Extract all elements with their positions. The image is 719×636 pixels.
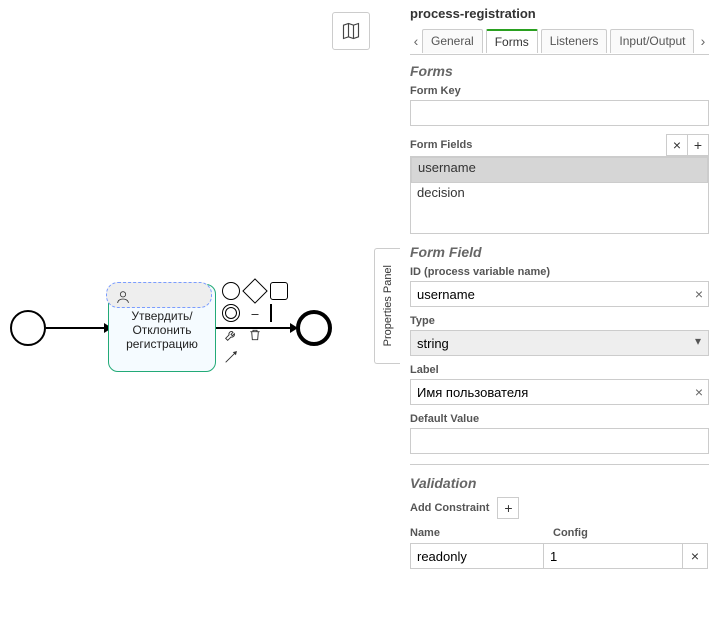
form-fields-label: Form Fields bbox=[410, 139, 472, 151]
id-input[interactable] bbox=[410, 281, 709, 307]
clear-icon[interactable]: × bbox=[695, 286, 703, 302]
constraint-config-header: Config bbox=[543, 527, 709, 539]
divider bbox=[410, 464, 709, 465]
form-key-label: Form Key bbox=[410, 85, 709, 97]
annotation-icon[interactable]: ⎯ bbox=[246, 304, 264, 322]
default-value-input[interactable] bbox=[410, 428, 709, 454]
bpmn-sequence-flow[interactable] bbox=[46, 327, 110, 329]
map-icon bbox=[341, 21, 361, 41]
add-constraint-label: Add Constraint bbox=[410, 502, 489, 514]
task-label: Утвердить/Отклонить регистрацию bbox=[115, 309, 209, 351]
section-forms: Forms bbox=[410, 63, 709, 79]
type-label: Type bbox=[410, 315, 709, 327]
connect-icon[interactable] bbox=[222, 348, 240, 366]
list-item[interactable]: decision bbox=[411, 183, 708, 202]
tab-listeners[interactable]: Listeners bbox=[541, 29, 608, 53]
properties-panel-toggle[interactable]: Properties Panel bbox=[374, 248, 400, 364]
append-end-event-icon[interactable] bbox=[222, 282, 240, 300]
type-select[interactable]: string bbox=[410, 330, 709, 356]
append-gateway-icon[interactable] bbox=[246, 282, 264, 300]
context-pad: ⎯ bbox=[222, 282, 294, 370]
remove-form-field-button[interactable]: × bbox=[666, 134, 688, 156]
list-item[interactable]: username bbox=[411, 157, 708, 183]
tab-forms[interactable]: Forms bbox=[486, 29, 538, 53]
label-input[interactable] bbox=[410, 379, 709, 405]
add-constraint-button[interactable]: + bbox=[497, 497, 519, 519]
form-fields-list[interactable]: username decision bbox=[410, 156, 709, 234]
tab-input-output[interactable]: Input/Output bbox=[610, 29, 694, 53]
tab-general[interactable]: General bbox=[422, 29, 483, 53]
constraint-name-header: Name bbox=[410, 527, 544, 539]
change-type-icon[interactable] bbox=[222, 326, 240, 344]
user-task-icon bbox=[115, 289, 131, 308]
bpmn-canvas[interactable]: Утвердить/Отклонить регистрацию ⎯ bbox=[0, 0, 400, 636]
properties-panel: process-registration ‹ General Forms Lis… bbox=[400, 0, 719, 636]
bpmn-user-task[interactable]: Утвердить/Отклонить регистрацию bbox=[108, 284, 216, 372]
id-label: ID (process variable name) bbox=[410, 266, 709, 278]
tab-scroll-right[interactable]: › bbox=[697, 33, 709, 49]
add-form-field-button[interactable]: + bbox=[687, 134, 709, 156]
delete-icon[interactable] bbox=[246, 326, 264, 344]
label-label: Label bbox=[410, 364, 709, 376]
minimap-toggle-button[interactable] bbox=[332, 12, 370, 50]
bpmn-start-event[interactable] bbox=[10, 310, 46, 346]
append-task-icon[interactable] bbox=[270, 282, 288, 300]
append-text-annotation-icon[interactable] bbox=[270, 304, 288, 322]
properties-panel-label: Properties Panel bbox=[382, 265, 394, 346]
append-intermediate-event-icon[interactable] bbox=[222, 304, 240, 322]
constraint-name-input[interactable] bbox=[410, 543, 544, 569]
constraint-config-input[interactable] bbox=[543, 543, 684, 569]
form-key-input[interactable] bbox=[410, 100, 709, 126]
default-value-label: Default Value bbox=[410, 413, 709, 425]
section-form-field: Form Field bbox=[410, 244, 709, 260]
remove-constraint-button[interactable]: × bbox=[682, 543, 708, 569]
clear-icon[interactable]: × bbox=[695, 384, 703, 400]
bpmn-end-event[interactable] bbox=[296, 310, 332, 346]
element-id-title: process-registration bbox=[410, 6, 709, 21]
tab-scroll-left[interactable]: ‹ bbox=[410, 33, 422, 49]
section-validation: Validation bbox=[410, 475, 709, 491]
